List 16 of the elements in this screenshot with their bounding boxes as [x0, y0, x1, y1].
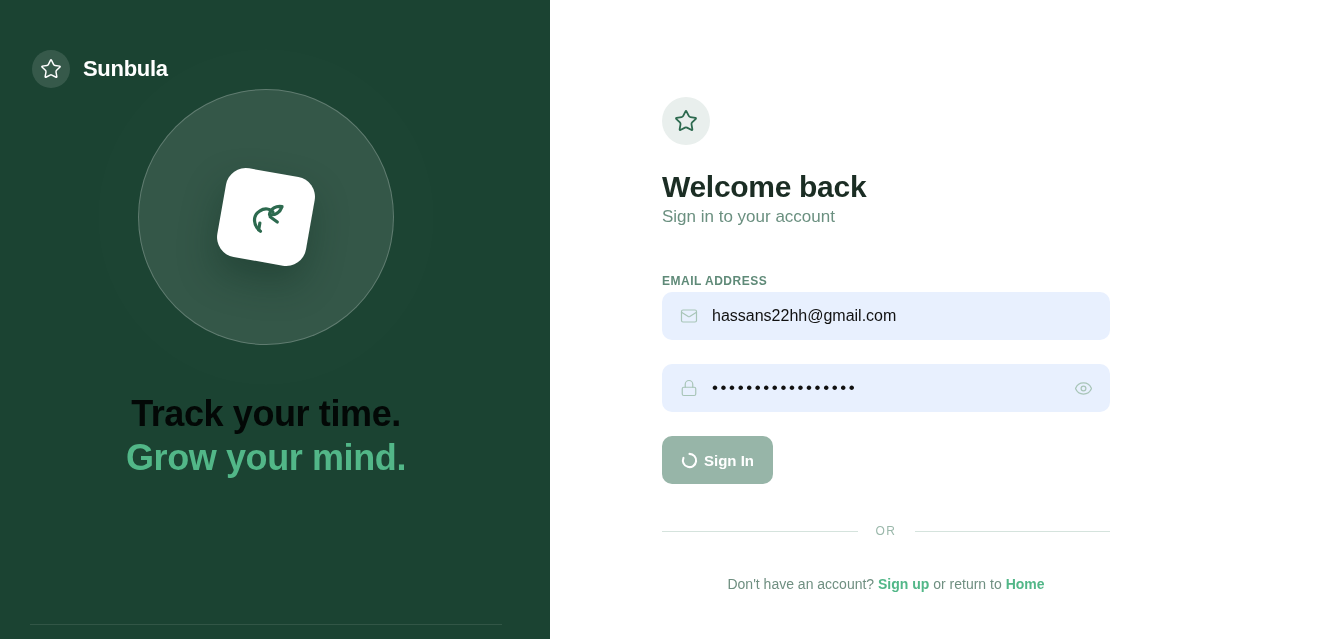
- hero-accent-title: Grow your mind.: [126, 436, 406, 480]
- sign-in-button[interactable]: Sign In: [662, 436, 773, 484]
- spinner-icon: [681, 451, 698, 469]
- divider-label: OR: [875, 524, 897, 538]
- hero-title: Track your time.: [131, 392, 401, 436]
- mail-icon: [680, 307, 698, 325]
- signup-prompt: Don't have an account? Sign up or return to Home: [727, 575, 1045, 594]
- brand-name: Sunbula: [83, 56, 168, 82]
- form-title: Welcome back: [662, 169, 867, 205]
- home-link[interactable]: Home: [1005, 576, 1045, 592]
- sign-up-link[interactable]: Sign up: [878, 576, 930, 592]
- field-label: EMAIL ADDRESS: [662, 274, 768, 288]
- lock-icon: [680, 379, 698, 397]
- email-field[interactable]: hassans22hh@gmail.com: [662, 292, 1110, 340]
- form-subtitle: Sign in to your account: [662, 206, 835, 228]
- password-field[interactable]: •••••••••••••••••: [662, 364, 1110, 412]
